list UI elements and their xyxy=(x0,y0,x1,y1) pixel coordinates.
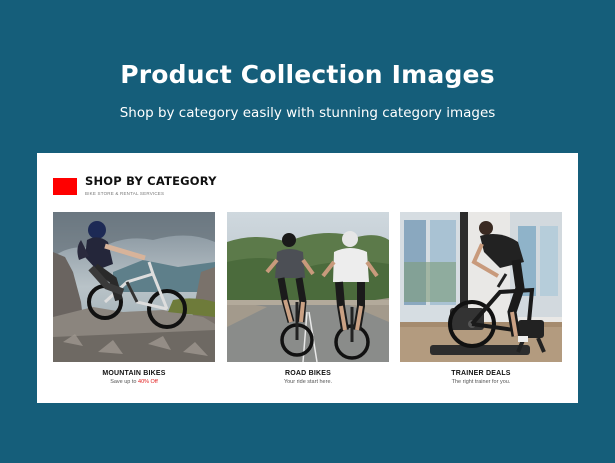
category-title[interactable]: ROAD BIKES xyxy=(227,370,389,377)
section-subtitle: BIKE STORE & RENTAL SERVICES xyxy=(85,191,165,196)
hero-subtitle: Shop by category easily with stunning ca… xyxy=(119,105,496,121)
category-trainer-deals[interactable]: TRAINER DEALS The right trainer for you. xyxy=(400,212,562,394)
road-bike-image[interactable] xyxy=(227,212,389,362)
brand-square-icon xyxy=(53,178,77,195)
category-desc: Save up to 40% Off xyxy=(53,379,215,385)
category-title[interactable]: TRAINER DEALS xyxy=(400,370,562,377)
category-card-panel: SHOP BY CATEGORY BIKE STORE & RENTAL SER… xyxy=(37,153,578,403)
desc-prefix: Save up to xyxy=(110,379,137,385)
discount-highlight: 40% Off xyxy=(138,379,158,385)
category-road-bikes[interactable]: ROAD BIKES Your ride start here. xyxy=(227,212,389,394)
category-desc: Your ride start here. xyxy=(283,379,333,385)
section-title: SHOP BY CATEGORY xyxy=(85,174,217,188)
category-title[interactable]: MOUNTAIN BIKES xyxy=(53,370,215,377)
mountain-bike-image[interactable] xyxy=(53,212,215,362)
trainer-image[interactable] xyxy=(400,212,562,362)
category-desc: The right trainer for you. xyxy=(451,379,511,385)
category-mountain-bikes[interactable]: MOUNTAIN BIKES Save up to 40% Off xyxy=(53,212,215,394)
hero-title: Product Collection Images xyxy=(120,60,495,89)
